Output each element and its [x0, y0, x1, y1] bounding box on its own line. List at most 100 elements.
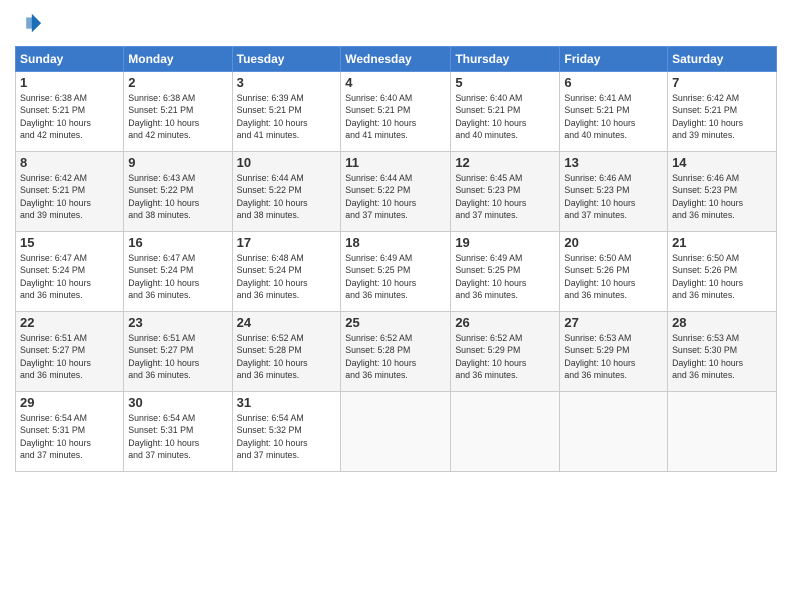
day-number: 29 — [20, 395, 119, 410]
calendar-week-4: 22 Sunrise: 6:51 AM Sunset: 5:27 PM Dayli… — [16, 312, 777, 392]
weekday-header-monday: Monday — [124, 47, 232, 72]
day-number: 19 — [455, 235, 555, 250]
day-info: Sunrise: 6:51 AM Sunset: 5:27 PM Dayligh… — [128, 332, 227, 381]
weekday-header-friday: Friday — [560, 47, 668, 72]
weekday-header-thursday: Thursday — [451, 47, 560, 72]
day-info: Sunrise: 6:39 AM Sunset: 5:21 PM Dayligh… — [237, 92, 337, 141]
day-number: 28 — [672, 315, 772, 330]
calendar-cell: 6 Sunrise: 6:41 AM Sunset: 5:21 PM Daylig… — [560, 72, 668, 152]
day-number: 20 — [564, 235, 663, 250]
day-number: 1 — [20, 75, 119, 90]
day-info: Sunrise: 6:46 AM Sunset: 5:23 PM Dayligh… — [672, 172, 772, 221]
day-number: 5 — [455, 75, 555, 90]
day-info: Sunrise: 6:47 AM Sunset: 5:24 PM Dayligh… — [128, 252, 227, 301]
calendar-cell: 24Sunrise: 6:52 AM Sunset: 5:28 PM Dayli… — [232, 312, 341, 392]
day-number: 9 — [128, 155, 227, 170]
calendar-week-1: 1 Sunrise: 6:38 AM Sunset: 5:21 PM Daylig… — [16, 72, 777, 152]
calendar-cell: 4 Sunrise: 6:40 AM Sunset: 5:21 PM Daylig… — [341, 72, 451, 152]
day-info: Sunrise: 6:47 AM Sunset: 5:24 PM Dayligh… — [20, 252, 119, 301]
day-info: Sunrise: 6:46 AM Sunset: 5:23 PM Dayligh… — [564, 172, 663, 221]
day-info: Sunrise: 6:49 AM Sunset: 5:25 PM Dayligh… — [345, 252, 446, 301]
calendar-week-3: 15 Sunrise: 6:47 AM Sunset: 5:24 PM Dayli… — [16, 232, 777, 312]
day-info: Sunrise: 6:52 AM Sunset: 5:28 PM Dayligh… — [345, 332, 446, 381]
day-number: 24 — [237, 315, 337, 330]
day-info: Sunrise: 6:50 AM Sunset: 5:26 PM Dayligh… — [564, 252, 663, 301]
day-info: Sunrise: 6:44 AM Sunset: 5:22 PM Dayligh… — [345, 172, 446, 221]
day-info: Sunrise: 6:50 AM Sunset: 5:26 PM Dayligh… — [672, 252, 772, 301]
calendar-cell: 8Sunrise: 6:42 AM Sunset: 5:21 PM Daylig… — [16, 152, 124, 232]
calendar-cell: 11 Sunrise: 6:44 AM Sunset: 5:22 PM Dayli… — [341, 152, 451, 232]
calendar-week-2: 8Sunrise: 6:42 AM Sunset: 5:21 PM Daylig… — [16, 152, 777, 232]
day-info: Sunrise: 6:51 AM Sunset: 5:27 PM Dayligh… — [20, 332, 119, 381]
weekday-header-sunday: Sunday — [16, 47, 124, 72]
calendar-cell: 16 Sunrise: 6:47 AM Sunset: 5:24 PM Dayli… — [124, 232, 232, 312]
day-number: 17 — [237, 235, 337, 250]
day-info: Sunrise: 6:40 AM Sunset: 5:21 PM Dayligh… — [455, 92, 555, 141]
weekday-header-row: SundayMondayTuesdayWednesdayThursdayFrid… — [16, 47, 777, 72]
day-info: Sunrise: 6:52 AM Sunset: 5:29 PM Dayligh… — [455, 332, 555, 381]
day-info: Sunrise: 6:45 AM Sunset: 5:23 PM Dayligh… — [455, 172, 555, 221]
day-info: Sunrise: 6:48 AM Sunset: 5:24 PM Dayligh… — [237, 252, 337, 301]
day-info: Sunrise: 6:54 AM Sunset: 5:31 PM Dayligh… — [128, 412, 227, 461]
calendar-cell: 13 Sunrise: 6:46 AM Sunset: 5:23 PM Dayli… — [560, 152, 668, 232]
calendar-cell: 5 Sunrise: 6:40 AM Sunset: 5:21 PM Daylig… — [451, 72, 560, 152]
calendar-cell: 7 Sunrise: 6:42 AM Sunset: 5:21 PM Daylig… — [668, 72, 777, 152]
calendar-cell: 15 Sunrise: 6:47 AM Sunset: 5:24 PM Dayli… — [16, 232, 124, 312]
day-info: Sunrise: 6:44 AM Sunset: 5:22 PM Dayligh… — [237, 172, 337, 221]
calendar-cell: 17 Sunrise: 6:48 AM Sunset: 5:24 PM Dayli… — [232, 232, 341, 312]
calendar-cell: 23Sunrise: 6:51 AM Sunset: 5:27 PM Dayli… — [124, 312, 232, 392]
day-number: 22 — [20, 315, 119, 330]
page: SundayMondayTuesdayWednesdayThursdayFrid… — [0, 0, 792, 612]
day-number: 3 — [237, 75, 337, 90]
day-number: 31 — [237, 395, 337, 410]
weekday-header-saturday: Saturday — [668, 47, 777, 72]
day-number: 15 — [20, 235, 119, 250]
day-number: 8 — [20, 155, 119, 170]
calendar-cell: 10 Sunrise: 6:44 AM Sunset: 5:22 PM Dayli… — [232, 152, 341, 232]
day-number: 10 — [237, 155, 337, 170]
day-number: 13 — [564, 155, 663, 170]
calendar-table: SundayMondayTuesdayWednesdayThursdayFrid… — [15, 46, 777, 472]
weekday-header-wednesday: Wednesday — [341, 47, 451, 72]
day-info: Sunrise: 6:43 AM Sunset: 5:22 PM Dayligh… — [128, 172, 227, 221]
calendar-cell: 25 Sunrise: 6:52 AM Sunset: 5:28 PM Dayli… — [341, 312, 451, 392]
calendar-cell: 28 Sunrise: 6:53 AM Sunset: 5:30 PM Dayli… — [668, 312, 777, 392]
day-number: 16 — [128, 235, 227, 250]
day-info: Sunrise: 6:42 AM Sunset: 5:21 PM Dayligh… — [672, 92, 772, 141]
calendar-cell: 2 Sunrise: 6:38 AM Sunset: 5:21 PM Daylig… — [124, 72, 232, 152]
day-number: 6 — [564, 75, 663, 90]
logo-icon — [15, 10, 43, 38]
day-number: 2 — [128, 75, 227, 90]
day-info: Sunrise: 6:53 AM Sunset: 5:30 PM Dayligh… — [672, 332, 772, 381]
calendar-cell — [451, 392, 560, 472]
day-number: 11 — [345, 155, 446, 170]
day-info: Sunrise: 6:49 AM Sunset: 5:25 PM Dayligh… — [455, 252, 555, 301]
day-info: Sunrise: 6:38 AM Sunset: 5:21 PM Dayligh… — [20, 92, 119, 141]
day-info: Sunrise: 6:54 AM Sunset: 5:31 PM Dayligh… — [20, 412, 119, 461]
calendar-cell: 1 Sunrise: 6:38 AM Sunset: 5:21 PM Daylig… — [16, 72, 124, 152]
calendar-cell: 26 Sunrise: 6:52 AM Sunset: 5:29 PM Dayli… — [451, 312, 560, 392]
day-info: Sunrise: 6:53 AM Sunset: 5:29 PM Dayligh… — [564, 332, 663, 381]
calendar-cell: 20 Sunrise: 6:50 AM Sunset: 5:26 PM Dayli… — [560, 232, 668, 312]
day-number: 25 — [345, 315, 446, 330]
calendar-cell: 27Sunrise: 6:53 AM Sunset: 5:29 PM Dayli… — [560, 312, 668, 392]
calendar-cell: 14 Sunrise: 6:46 AM Sunset: 5:23 PM Dayli… — [668, 152, 777, 232]
day-number: 21 — [672, 235, 772, 250]
day-number: 26 — [455, 315, 555, 330]
day-number: 30 — [128, 395, 227, 410]
day-info: Sunrise: 6:40 AM Sunset: 5:21 PM Dayligh… — [345, 92, 446, 141]
calendar-week-5: 29 Sunrise: 6:54 AM Sunset: 5:31 PM Dayli… — [16, 392, 777, 472]
calendar-cell: 30 Sunrise: 6:54 AM Sunset: 5:31 PM Dayli… — [124, 392, 232, 472]
calendar-cell: 18Sunrise: 6:49 AM Sunset: 5:25 PM Dayli… — [341, 232, 451, 312]
day-number: 12 — [455, 155, 555, 170]
calendar-cell: 9 Sunrise: 6:43 AM Sunset: 5:22 PM Daylig… — [124, 152, 232, 232]
weekday-header-tuesday: Tuesday — [232, 47, 341, 72]
day-number: 7 — [672, 75, 772, 90]
calendar-cell — [560, 392, 668, 472]
day-number: 14 — [672, 155, 772, 170]
calendar-cell: 3 Sunrise: 6:39 AM Sunset: 5:21 PM Daylig… — [232, 72, 341, 152]
day-info: Sunrise: 6:41 AM Sunset: 5:21 PM Dayligh… — [564, 92, 663, 141]
day-number: 4 — [345, 75, 446, 90]
day-info: Sunrise: 6:38 AM Sunset: 5:21 PM Dayligh… — [128, 92, 227, 141]
day-info: Sunrise: 6:54 AM Sunset: 5:32 PM Dayligh… — [237, 412, 337, 461]
